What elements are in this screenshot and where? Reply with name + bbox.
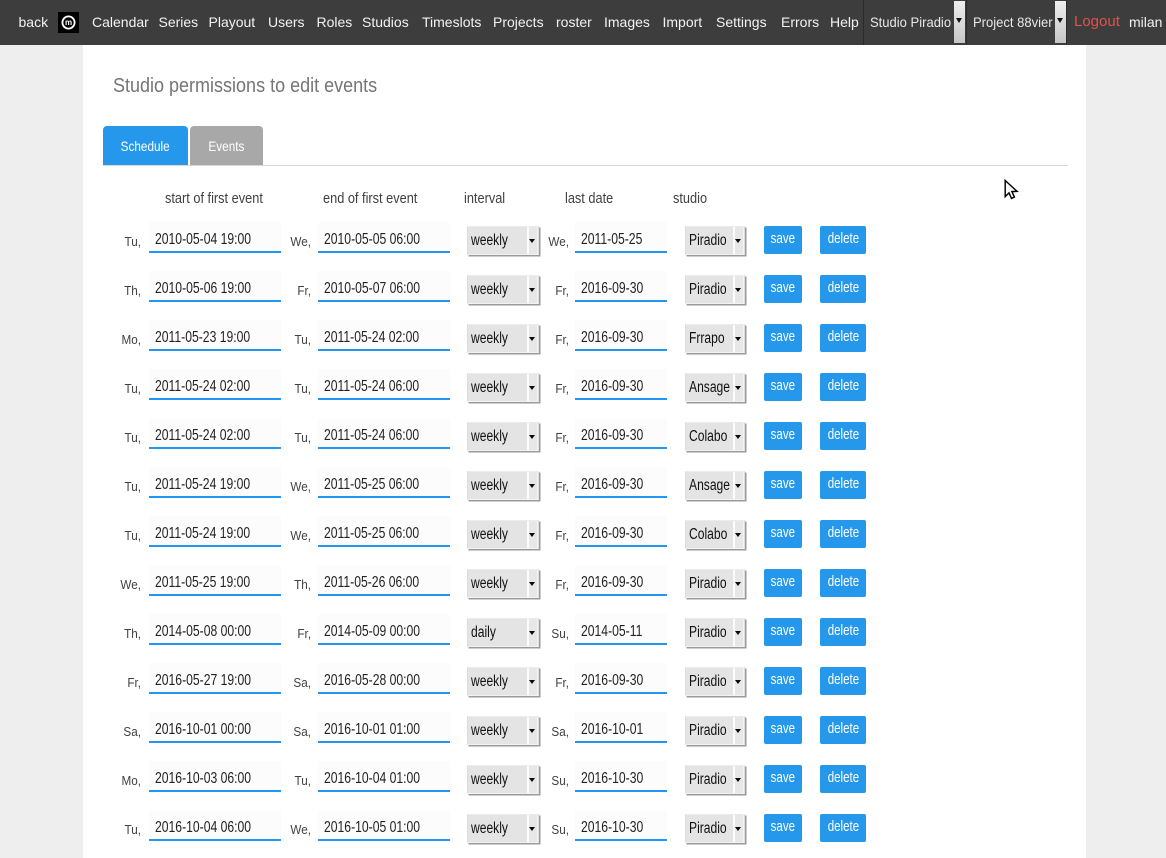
svg-text:m: m bbox=[65, 18, 72, 27]
